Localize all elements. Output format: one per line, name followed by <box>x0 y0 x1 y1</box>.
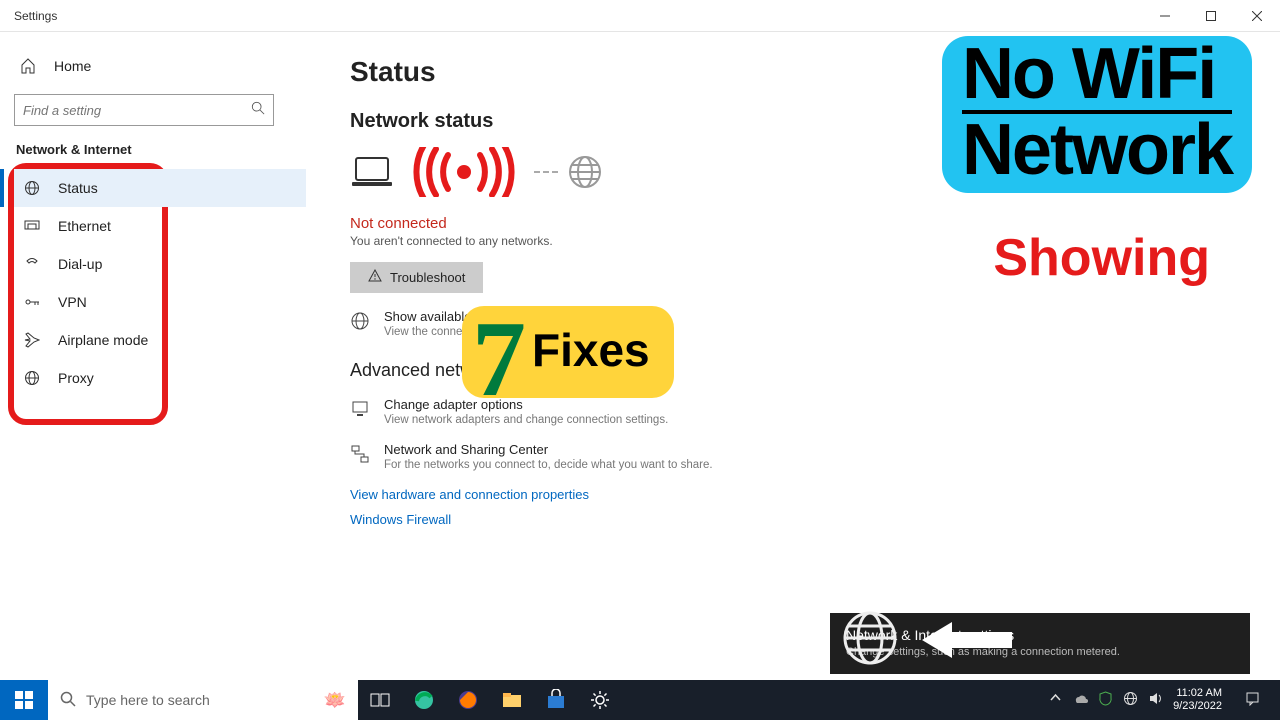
overlay-fixes-label: Fixes <box>532 323 650 377</box>
dialup-icon <box>24 256 40 272</box>
task-view-button[interactable] <box>358 680 402 720</box>
wifi-signal-icon <box>404 147 524 197</box>
window-title: Settings <box>14 9 57 23</box>
sharing-desc: For the networks you connect to, decide … <box>384 459 713 471</box>
close-button[interactable] <box>1234 0 1280 32</box>
tray-volume-icon[interactable] <box>1148 691 1163 709</box>
sidebar-item-label: VPN <box>58 294 87 310</box>
sidebar-item-proxy[interactable]: Proxy <box>14 359 306 397</box>
troubleshoot-label: Troubleshoot <box>390 270 465 285</box>
sidebar-item-airplane[interactable]: Airplane mode <box>14 321 306 359</box>
overlay-showing: Showing <box>993 228 1210 288</box>
sidebar-item-status[interactable]: Status <box>14 169 306 207</box>
start-button[interactable] <box>0 680 48 720</box>
arrow-left-icon <box>922 620 1012 660</box>
taskbar-search-placeholder: Type here to search <box>86 692 210 708</box>
sidebar-nav: Status Ethernet Dial-up VPN Airplane mod… <box>14 169 306 397</box>
globe-icon <box>842 610 898 666</box>
sidebar-item-label: Ethernet <box>58 218 111 234</box>
flyout-desc: Change settings, such as making a connec… <box>846 646 1234 658</box>
sidebar-item-vpn[interactable]: VPN <box>14 283 306 321</box>
tray-security-icon[interactable] <box>1098 691 1113 709</box>
home-icon <box>20 58 36 74</box>
overlay-fixes-badge: 7 Fixes <box>462 306 674 398</box>
sidebar-item-label: Airplane mode <box>58 332 148 348</box>
taskbar-app-edge[interactable] <box>402 680 446 720</box>
taskbar-app-firefox[interactable] <box>446 680 490 720</box>
tray-notifications-icon[interactable] <box>1232 691 1272 709</box>
status-icon <box>24 180 40 196</box>
tray-time: 11:02 AM <box>1173 687 1222 700</box>
proxy-icon <box>24 370 40 386</box>
taskbar: Type here to search 🪷 11:02 AM 9/23/2022 <box>0 680 1280 720</box>
tray-network-icon[interactable] <box>1123 691 1138 709</box>
sidebar-home-label: Home <box>54 58 91 74</box>
taskbar-app-settings[interactable] <box>578 680 622 720</box>
taskbar-app-store[interactable] <box>534 680 578 720</box>
search-decoration-icon: 🪷 <box>324 690 346 711</box>
overlay-line1: No WiFi <box>962 40 1232 108</box>
search-icon <box>60 691 76 710</box>
sidebar-item-label: Proxy <box>58 370 94 386</box>
network-flyout[interactable]: Network & Internet settings Change setti… <box>830 613 1250 674</box>
firewall-link[interactable]: Windows Firewall <box>350 512 1240 527</box>
ethernet-icon <box>24 218 40 234</box>
tray-onedrive-icon[interactable] <box>1073 691 1088 709</box>
taskbar-search[interactable]: Type here to search 🪷 <box>48 680 358 720</box>
overlay-seven: 7 <box>472 322 526 398</box>
sidebar-item-label: Dial-up <box>58 256 102 272</box>
search-icon <box>251 101 265 120</box>
overlay-title-badge: No WiFi Network <box>942 36 1252 193</box>
sidebar-search[interactable] <box>14 94 274 126</box>
sidebar-search-input[interactable] <box>23 103 251 118</box>
window-titlebar: Settings <box>0 0 1280 32</box>
adapter-icon <box>350 399 370 424</box>
sidebar-item-ethernet[interactable]: Ethernet <box>14 207 306 245</box>
overlay-line2: Network <box>962 116 1232 184</box>
troubleshoot-button[interactable]: Troubleshoot <box>350 262 483 293</box>
settings-sidebar: Home Network & Internet Status Ethernet … <box>0 32 320 680</box>
maximize-button[interactable] <box>1188 0 1234 32</box>
minimize-button[interactable] <box>1142 0 1188 32</box>
globe-icon <box>350 311 370 336</box>
sidebar-item-dialup[interactable]: Dial-up <box>14 245 306 283</box>
airplane-icon <box>24 332 40 348</box>
vpn-icon <box>24 294 40 310</box>
sidebar-item-label: Status <box>58 180 98 196</box>
sharing-center-row[interactable]: Network and Sharing Center For the netwo… <box>350 442 1240 471</box>
tray-date: 9/23/2022 <box>1173 700 1222 713</box>
sidebar-home[interactable]: Home <box>14 50 306 82</box>
globe-icon <box>568 155 602 189</box>
taskbar-app-explorer[interactable] <box>490 680 534 720</box>
tray-clock[interactable]: 11:02 AM 9/23/2022 <box>1173 687 1222 712</box>
warning-icon <box>368 269 382 286</box>
adapter-desc: View network adapters and change connect… <box>384 414 668 426</box>
sharing-title: Network and Sharing Center <box>384 442 713 457</box>
tray-chevron-icon[interactable] <box>1048 691 1063 709</box>
flyout-title: Network & Internet settings <box>846 627 1234 643</box>
sidebar-section-title: Network & Internet <box>16 142 306 157</box>
adapter-title: Change adapter options <box>384 397 668 412</box>
laptop-icon <box>350 156 394 188</box>
sharing-icon <box>350 444 370 469</box>
system-tray: 11:02 AM 9/23/2022 <box>1048 687 1280 712</box>
hardware-link[interactable]: View hardware and connection properties <box>350 487 1240 502</box>
